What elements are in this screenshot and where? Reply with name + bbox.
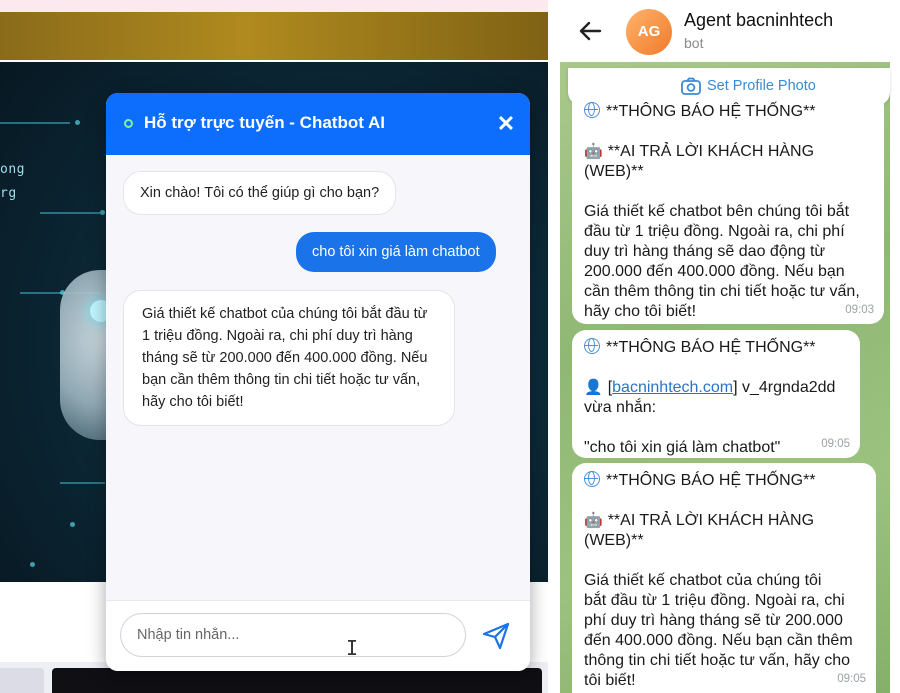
chat-widget: Hỗ trợ trực tuyến - Chatbot AI ✕ Xin chà… (106, 93, 530, 671)
telegram-message: **THÔNG BÁO HỆ THỐNG** 🤖 **AI TRẢ LỜI KHÁ… (572, 463, 876, 693)
message-body-line: 200.000 đến 400.000 đồng. Nếu bạn (584, 263, 845, 280)
telegram-message: **THÔNG BÁO HỆ THỐNG** 🤖 **AI TRẢ LỜI KHÁ… (572, 96, 884, 324)
message-body-line: Giá thiết kế chatbot bên chúng tôi bắt (584, 203, 850, 220)
message-header: **THÔNG BÁO HỆ THỐNG** (584, 102, 870, 122)
message-time: 09:05 (837, 673, 866, 685)
message-subheader-2: (WEB)** (584, 163, 644, 180)
user-icon: 👤 (584, 379, 603, 396)
user-message: cho tôi xin giá làm chatbot (296, 232, 496, 272)
robot-icon: 🤖 (584, 512, 603, 529)
chat-messages: Xin chào! Tôi có thể giúp gì cho bạn? ch… (106, 155, 530, 600)
message-body-line: cần thêm thông tin chi tiết hoặc tư vấn, (584, 283, 860, 300)
message-subheader: 🤖 **AI TRẢ LỜI KHÁCH HÀNG (584, 143, 815, 160)
message-header: **THÔNG BÁO HỆ THỐNG** (584, 338, 846, 358)
gold-banner (0, 12, 548, 60)
send-button[interactable] (476, 615, 516, 655)
send-icon (482, 622, 510, 650)
bottom-card (0, 668, 44, 693)
message-body-line: Giá thiết kế chatbot của chúng tôi (584, 572, 822, 589)
message-quote: "cho tôi xin giá làm chatbot" (584, 439, 781, 456)
camera-icon (681, 77, 701, 95)
message-body-line: đầu từ 1 triệu đồng. Ngoài ra, chi phí (584, 223, 845, 240)
top-bar (0, 0, 548, 12)
website-background: ong rg Hỗ trợ trực tuyến - Chatbot AI ✕ … (0, 0, 548, 693)
globe-icon (584, 338, 600, 354)
set-photo-label: Set Profile Photo (707, 78, 816, 94)
hero-text-2: rg (0, 186, 17, 201)
message-time: 09:03 (845, 304, 874, 316)
agent-name[interactable]: Agent bacninhtech (684, 10, 833, 31)
message-body-line: đến 400.000 đồng. Nếu bạn cần thêm (584, 632, 853, 649)
message-body-line: tôi biết! (584, 672, 636, 689)
bottom-dark-card (52, 668, 542, 693)
message-body-line: bắt đầu từ 1 triệu đồng. Ngoài ra, chi (584, 592, 845, 609)
back-button[interactable] (576, 18, 604, 44)
message-body-line: hãy cho tôi biết! (584, 303, 697, 320)
globe-icon (584, 471, 600, 487)
avatar[interactable]: AG (626, 9, 672, 55)
robot-icon: 🤖 (584, 143, 603, 160)
chat-header: Hỗ trợ trực tuyến - Chatbot AI ✕ (106, 93, 530, 155)
chat-title: Hỗ trợ trực tuyến - Chatbot AI (144, 113, 385, 132)
message-input[interactable] (120, 613, 466, 657)
close-icon: ✕ (496, 111, 516, 136)
website-link[interactable]: bacninhtech.com (612, 379, 733, 396)
telegram-header: AG Agent bacninhtech bot (548, 0, 900, 62)
telegram-message: **THÔNG BÁO HỆ THỐNG** 👤 [bacninhtech.com… (572, 330, 860, 458)
message-user-line: 👤 [bacninhtech.com] v_4rgnda2dd (584, 379, 836, 396)
hero-text-1: ong (0, 162, 25, 177)
message-subheader-2: (WEB)** (584, 532, 644, 549)
online-dot-icon (124, 119, 133, 128)
message-body-line: duy trì hàng tháng sẽ dao động từ (584, 243, 826, 260)
message-time: 09:05 (821, 438, 850, 450)
message-received-line: vừa nhắn: (584, 399, 657, 416)
back-arrow-icon (579, 21, 602, 41)
message-header: **THÔNG BÁO HỆ THỐNG** (584, 471, 862, 491)
message-subheader: 🤖 **AI TRẢ LỜI KHÁCH HÀNG (584, 512, 815, 529)
message-body-line: phí duy trì hàng tháng sẽ từ 200.000 (584, 612, 843, 629)
close-button[interactable]: ✕ (491, 109, 521, 139)
bot-message: Xin chào! Tôi có thể giúp gì cho bạn? (123, 171, 397, 215)
chat-input-bar: I (106, 600, 530, 671)
agent-status: bot (684, 35, 704, 51)
bot-message: Giá thiết kế chatbot của chúng tôi bắt đ… (123, 290, 455, 426)
globe-icon (584, 102, 600, 118)
text-cursor-icon: I (346, 636, 359, 660)
message-body-line: thông tin chi tiết hoặc tư vấn, hãy cho (584, 652, 850, 669)
